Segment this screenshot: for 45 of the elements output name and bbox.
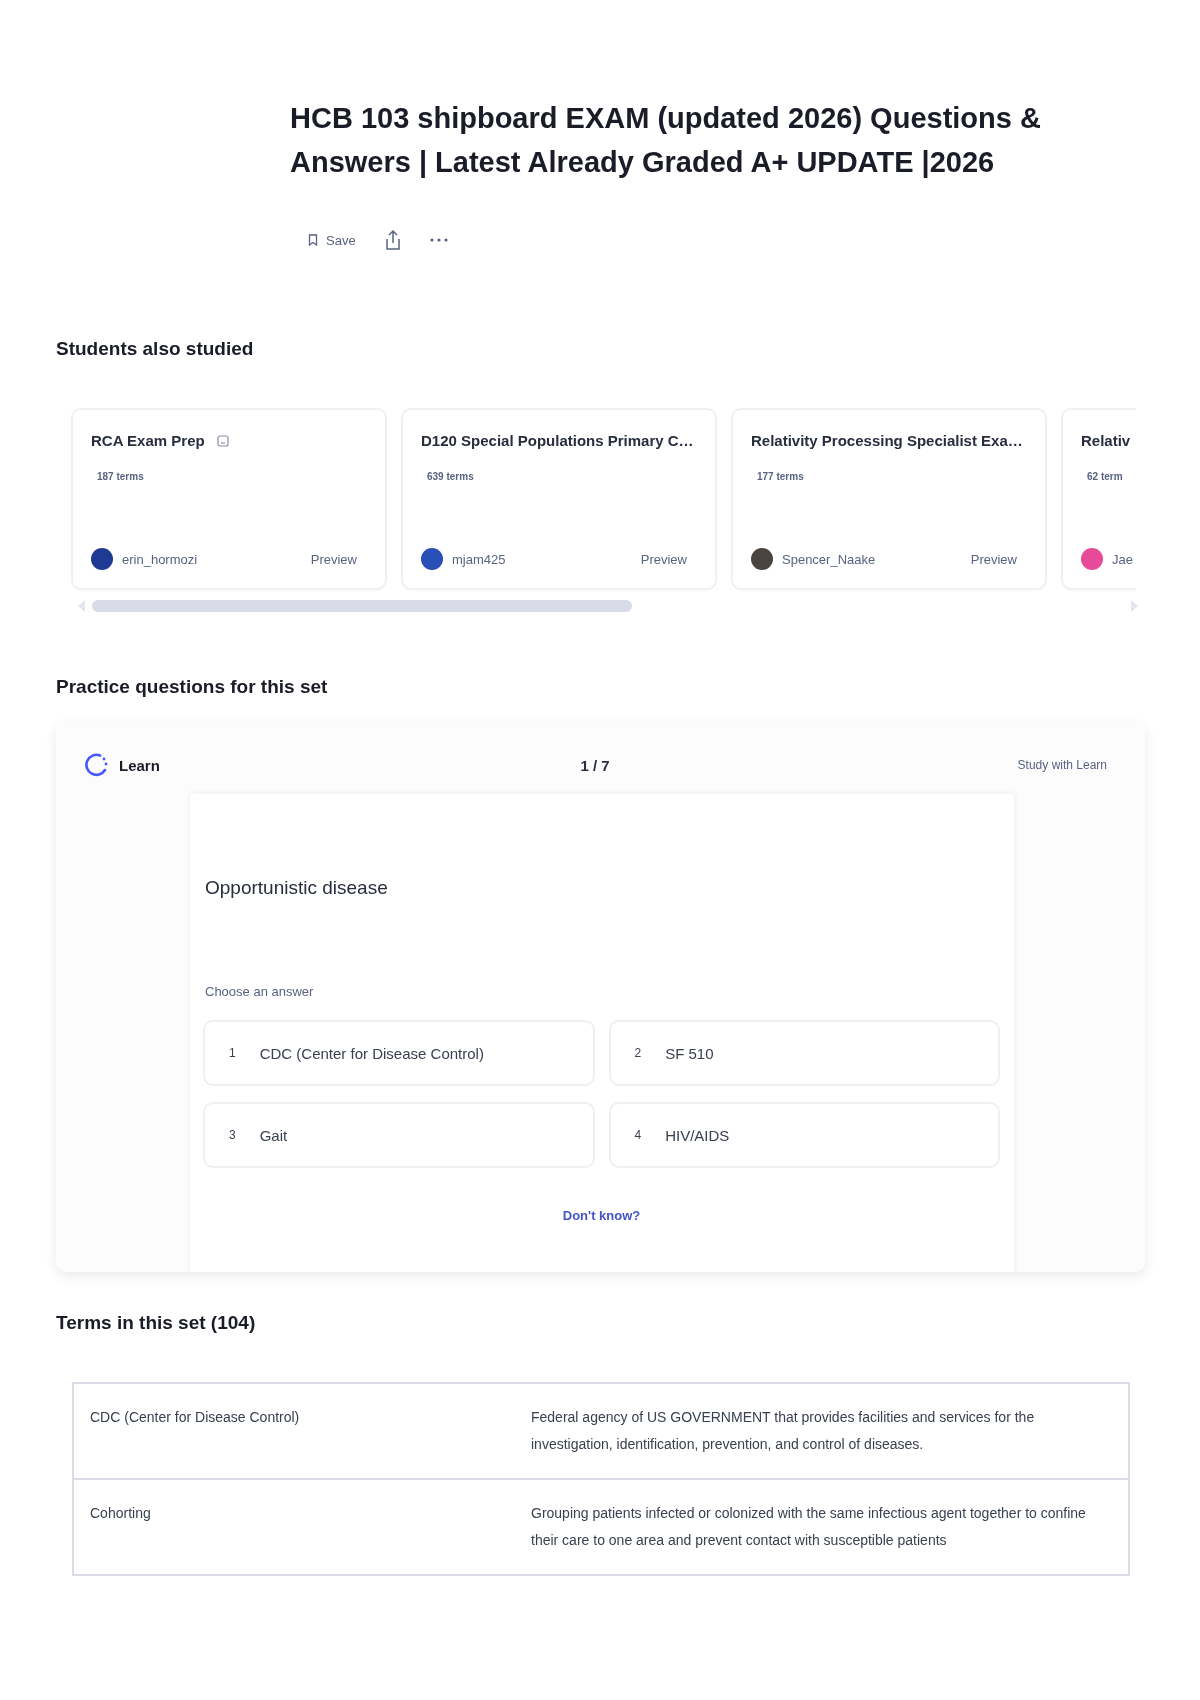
- learn-label: Learn: [119, 756, 160, 774]
- username[interactable]: Spencer_Naake: [782, 551, 876, 567]
- username[interactable]: mjam425: [452, 551, 506, 567]
- term-cell-text: CDC (Center for Disease Control): [89, 1408, 301, 1427]
- preview-button[interactable]: Preview: [310, 551, 367, 567]
- card-title: RCA Exam Prep: [91, 432, 205, 449]
- card-title: D120 Special Populations Primary C…: [421, 432, 694, 449]
- study-set-card[interactable]: RCA Exam Prep 187 terms erin_hormozi Preview: [73, 410, 385, 588]
- answer-prompt: Choose an answer: [205, 984, 315, 999]
- bookmark-icon: [308, 234, 318, 246]
- term-cell-text: Cohorting: [89, 1504, 152, 1523]
- study-set-card[interactable]: D120 Special Populations Primary C… 639 terms mjam425 Preview: [403, 410, 715, 588]
- answer-option[interactable]: 3 Gait: [205, 1104, 593, 1166]
- definition-cell-text: Federal agency of US GOVERNMENT that provides facilities and services for the investigation, identification, prevention, and control of diseases.: [530, 1408, 1036, 1454]
- share-icon[interactable]: [383, 229, 402, 251]
- question-text: Opportunistic disease: [205, 876, 389, 900]
- answer-option[interactable]: 2 SF 510: [610, 1022, 998, 1084]
- set-title: HCB 103 shipboard EXAM (updated 2026) Questions & Answers | Latest Already Graded A+ UPDATE |2026: [290, 101, 1042, 180]
- scroll-left-icon[interactable]: [78, 600, 86, 612]
- preview-button[interactable]: Preview: [640, 551, 697, 567]
- answer-option[interactable]: 4 HIV/AIDS: [610, 1104, 998, 1166]
- card-title: Relativity Processing Specialist Exa…: [751, 432, 1023, 449]
- term-count: 639 terms: [426, 471, 475, 482]
- preview-button[interactable]: Preview: [970, 551, 1027, 567]
- term-count: 187 terms: [96, 471, 145, 482]
- study-link[interactable]: Study with Learn: [1017, 758, 1107, 772]
- section-heading: Students also studied: [56, 337, 255, 361]
- question-counter: 1 / 7: [580, 756, 610, 774]
- save-button[interactable]: Save: [308, 232, 356, 248]
- card-title: Relativ: [1081, 432, 1131, 449]
- study-set-card[interactable]: Relativ 62 term Jae: [1063, 410, 1136, 588]
- scrollbar-thumb[interactable]: [92, 600, 632, 612]
- section-heading: Practice questions for this set: [56, 675, 329, 699]
- section-heading: Terms in this set (104): [56, 1311, 257, 1335]
- answer-option[interactable]: 1 CDC (Center for Disease Control): [205, 1022, 593, 1084]
- study-set-card[interactable]: Relativity Processing Specialist Exa… 177 terms Spencer_Naake Preview: [733, 410, 1045, 588]
- dont-know-link[interactable]: Don't know?: [562, 1208, 641, 1223]
- definition-cell-text: Grouping patients infected or colonized with the same infectious agent together to confine their care to one area and prevent contact with susceptible patients: [530, 1504, 1087, 1550]
- username[interactable]: Jae: [1112, 551, 1133, 567]
- term-count: 62 term: [1086, 471, 1124, 482]
- username[interactable]: erin_hormozi: [122, 551, 198, 567]
- learn-icon: [83, 752, 109, 778]
- term-count: 177 terms: [756, 471, 805, 482]
- more-icon[interactable]: [429, 238, 448, 242]
- scroll-right-icon[interactable]: [1130, 600, 1138, 612]
